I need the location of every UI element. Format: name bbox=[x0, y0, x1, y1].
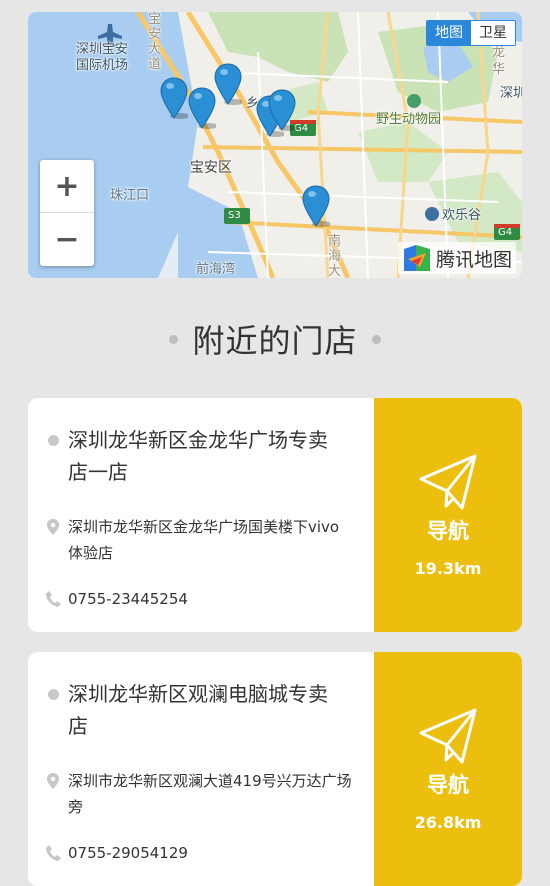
map-type-satellite-button[interactable]: 卫星 bbox=[471, 21, 515, 45]
s3-sign: S3 bbox=[228, 210, 241, 221]
store-card[interactable]: 深圳龙华新区金龙华广场专卖店一店 深圳市龙华新区金龙华广场国美楼下vivo体验店… bbox=[28, 398, 522, 632]
decorative-dot bbox=[169, 334, 179, 344]
longhua-label: 龙 华 bbox=[492, 45, 506, 77]
minus-icon: − bbox=[54, 222, 80, 257]
store-address: 深圳市龙华新区金龙华广场国美楼下vivo体验店 bbox=[68, 518, 340, 562]
store-distance: 19.3km bbox=[414, 558, 482, 578]
location-icon bbox=[47, 519, 59, 535]
map-pin-icon[interactable] bbox=[188, 86, 216, 130]
zoom-in-button[interactable]: + bbox=[40, 160, 94, 213]
g4-sign-east: G4 bbox=[498, 227, 513, 238]
zoo-label: 野生动物园 bbox=[376, 112, 442, 127]
map-type-toggle[interactable]: 地图 卫星 bbox=[426, 20, 516, 46]
location-icon bbox=[47, 773, 59, 789]
decorative-dot bbox=[371, 334, 381, 344]
store-info: 深圳龙华新区金龙华广场专卖店一店 深圳市龙华新区金龙华广场国美楼下vivo体验店… bbox=[28, 398, 374, 632]
shenzhen-label: 深圳 bbox=[500, 86, 522, 101]
phone-icon bbox=[46, 591, 61, 607]
bullet-dot-icon bbox=[47, 689, 59, 700]
baoan-district-label: 宝安区 bbox=[190, 160, 232, 176]
bullet-dot-icon bbox=[47, 435, 59, 446]
store-name: 深圳龙华新区观澜电脑城专卖店 bbox=[68, 682, 328, 738]
map-pin-icon[interactable] bbox=[214, 62, 242, 106]
navigate-label: 导航 bbox=[427, 772, 469, 797]
zhujiangkou-label: 珠江口 bbox=[110, 188, 150, 203]
section-title: 附近的门店 bbox=[192, 322, 358, 360]
qianhaiwan-label: 前海湾 bbox=[196, 262, 236, 277]
baoan-avenue-label: 宝 安 大 道 bbox=[148, 12, 162, 72]
map-pin-icon[interactable] bbox=[302, 184, 330, 228]
paper-plane-icon bbox=[419, 708, 477, 763]
map-pin-icon[interactable] bbox=[268, 88, 296, 132]
navigate-label: 导航 bbox=[427, 518, 469, 543]
map-pin-icon[interactable] bbox=[160, 76, 188, 120]
huanlegu-label: 欢乐谷 bbox=[442, 208, 482, 223]
store-phone[interactable]: 0755-23445254 bbox=[64, 588, 188, 610]
store-phone[interactable]: 0755-29054129 bbox=[64, 842, 188, 864]
navigate-button[interactable]: 导航 26.8km bbox=[374, 652, 522, 886]
tencent-map-logo: 腾讯地图 bbox=[397, 242, 516, 274]
store-map[interactable]: 深圳宝安 国际机场 宝安区 珠江口 前海湾 野生动物园 欢乐谷 龙 华 深圳 宝… bbox=[28, 12, 522, 278]
map-type-map-button[interactable]: 地图 bbox=[427, 21, 471, 45]
zoom-out-button[interactable]: − bbox=[40, 213, 94, 266]
store-name: 深圳龙华新区金龙华广场专卖店一店 bbox=[68, 428, 328, 484]
airport-label: 深圳宝安 国际机场 bbox=[76, 42, 129, 73]
navigate-button[interactable]: 导航 19.3km bbox=[374, 398, 522, 632]
zoom-control[interactable]: + − bbox=[40, 160, 94, 266]
store-card[interactable]: 深圳龙华新区观澜电脑城专卖店 深圳市龙华新区观澜大道419号兴万达广场旁 075… bbox=[28, 652, 522, 886]
tencent-map-logo-icon bbox=[403, 245, 430, 271]
tencent-map-logo-text: 腾讯地图 bbox=[435, 248, 512, 271]
paper-plane-icon bbox=[419, 454, 477, 509]
store-info: 深圳龙华新区观澜电脑城专卖店 深圳市龙华新区观澜大道419号兴万达广场旁 075… bbox=[28, 652, 374, 886]
nanhai-avenue-label: 南 海 大 bbox=[328, 234, 342, 278]
store-distance: 26.8km bbox=[414, 812, 482, 832]
store-address: 深圳市龙华新区观澜大道419号兴万达广场旁 bbox=[68, 772, 352, 816]
plus-icon: + bbox=[54, 168, 80, 204]
g4-sign: G4 bbox=[294, 123, 309, 134]
phone-icon bbox=[46, 845, 61, 861]
section-header: 附近的门店 bbox=[0, 316, 550, 362]
